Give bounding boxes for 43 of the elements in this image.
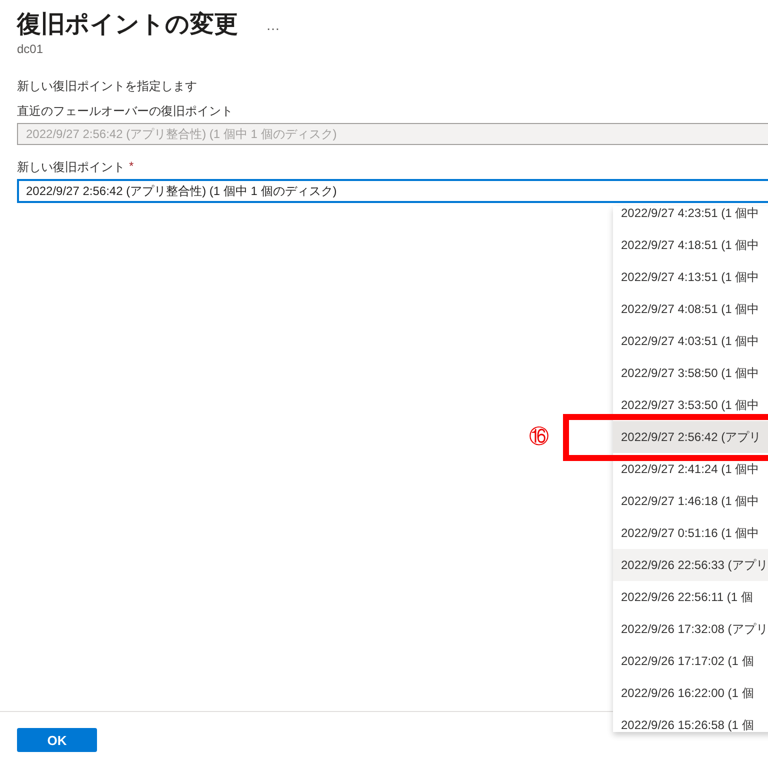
- page-title: 復旧ポイントの変更: [17, 10, 238, 40]
- field-label: 新しい復旧ポイント: [17, 159, 125, 176]
- option-text: 2022/9/27 4:03:51 (1 個中: [621, 334, 760, 348]
- instruction-text: 新しい復旧ポイントを指定します: [17, 78, 198, 95]
- callout-number: ⑯: [529, 425, 549, 450]
- option-text: 2022/9/27 1:46:18 (1 個中: [621, 494, 760, 508]
- option-text: 2022/9/27 2:56:42 (アプリ: [621, 430, 762, 444]
- dropdown-option[interactable]: 2022/9/27 3:58:50 (1 個中: [613, 357, 768, 389]
- option-text: 2022/9/26 15:26:58 (1 個: [621, 718, 754, 732]
- option-text: 2022/9/26 22:56:11 (1 個: [621, 590, 753, 604]
- option-text: 2022/9/27 3:58:50 (1 個中: [621, 366, 760, 380]
- ok-button[interactable]: OK: [17, 728, 97, 752]
- resource-name: dc01: [17, 42, 44, 56]
- dropdown-option[interactable]: 2022/9/27 4:08:51 (1 個中: [613, 293, 768, 325]
- option-text: 2022/9/26 16:22:00 (1 個: [621, 686, 754, 700]
- dropdown-option[interactable]: 2022/9/26 15:26:58 (1 個: [613, 709, 768, 741]
- dropdown-option[interactable]: 2022/9/27 1:46:18 (1 個中: [613, 485, 768, 517]
- option-text: 2022/9/27 3:53:50 (1 個中: [621, 398, 760, 412]
- dropdown-option[interactable]: 2022/9/27 3:53:50 (1 個中: [613, 389, 768, 421]
- dropdown-option[interactable]: 2022/9/26 17:17:02 (1 個: [613, 645, 768, 677]
- dropdown-option[interactable]: 2022/9/27 4:03:51 (1 個中: [613, 325, 768, 357]
- option-text: 2022/9/27 4:18:51 (1 個中: [621, 238, 760, 252]
- option-text: 2022/9/26 22:56:33 (アプリ: [621, 558, 768, 572]
- option-text: 2022/9/27 4:13:51 (1 個中: [621, 270, 760, 284]
- dropdown-option[interactable]: 2022/9/27 0:51:16 (1 個中: [613, 517, 768, 549]
- dropdown-option[interactable]: 2022/9/26 22:56:11 (1 個: [613, 581, 768, 613]
- dropdown-option[interactable]: 2022/9/27 2:56:42 (アプリ: [613, 421, 768, 453]
- required-mark: *: [129, 159, 134, 175]
- option-text: 2022/9/27 0:51:16 (1 個中: [621, 526, 760, 540]
- field-label: 直近のフェールオーバーの復旧ポイント: [17, 103, 234, 120]
- dropdown-option[interactable]: 2022/9/26 16:22:00 (1 個: [613, 677, 768, 709]
- option-text: 2022/9/27 4:23:51 (1 個中: [621, 206, 760, 220]
- dropdown-option[interactable]: 2022/9/27 4:13:51 (1 個中: [613, 261, 768, 293]
- dropdown-option[interactable]: 2022/9/27 4:18:51 (1 個中: [613, 229, 768, 261]
- dropdown-option[interactable]: 2022/9/26 22:56:33 (アプリ: [613, 549, 768, 581]
- dropdown-option[interactable]: 2022/9/26 17:32:08 (アプリ: [613, 613, 768, 645]
- option-text: 2022/9/26 17:17:02 (1 個: [621, 654, 754, 668]
- option-text: 2022/9/27 2:41:24 (1 個中: [621, 462, 760, 476]
- dropdown-option[interactable]: 2022/9/27 2:41:24 (1 個中: [613, 453, 768, 485]
- more-icon[interactable]: …: [266, 17, 280, 33]
- recovery-point-dropdown[interactable]: 2022/9/27 2:56:42 (アプリ整合性) (1 個中 1 個のディスク): [17, 179, 768, 203]
- option-text: 2022/9/27 4:08:51 (1 個中: [621, 302, 760, 316]
- option-text: 2022/9/26 17:32:08 (アプリ: [621, 622, 768, 636]
